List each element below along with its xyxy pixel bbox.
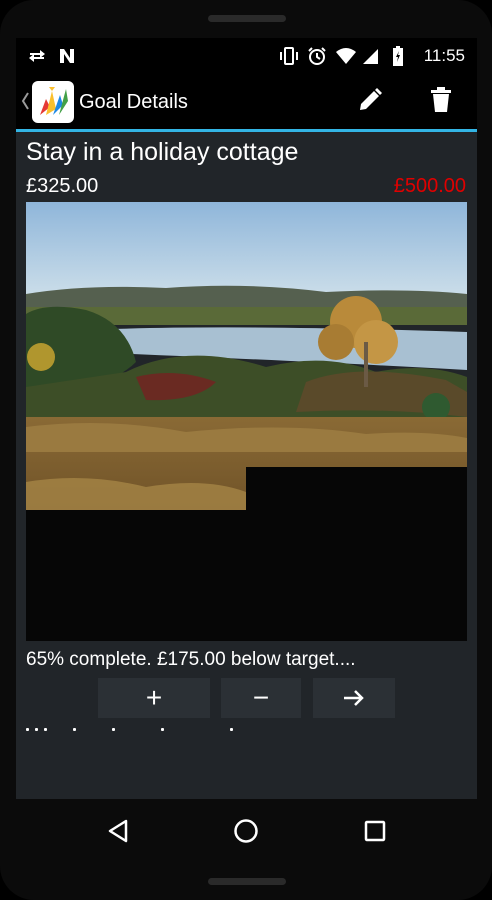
speaker-grille <box>208 15 286 22</box>
screen: 11:55 Goal Details Stay in a holiday cot… <box>16 38 477 799</box>
alarm-icon <box>306 46 328 66</box>
recents-square-icon[interactable] <box>357 813 393 849</box>
battery-icon <box>390 46 406 66</box>
target-amount: £500.00 <box>393 175 466 197</box>
bottom-bezel <box>208 878 286 885</box>
status-bar: 11:55 <box>16 38 477 74</box>
vibrate-icon <box>278 46 300 66</box>
arrow-right-icon <box>343 689 365 707</box>
sync-icon <box>26 46 48 66</box>
wifi-icon <box>334 46 358 66</box>
phone-frame: 11:55 Goal Details Stay in a holiday cot… <box>0 0 492 900</box>
status-clock: 11:55 <box>423 46 465 65</box>
subtract-button-label: − <box>252 682 270 713</box>
signal-icon <box>360 46 380 66</box>
goal-photo <box>26 202 467 641</box>
truncated-text-dots <box>26 724 239 734</box>
landscape-image <box>26 202 467 641</box>
home-circle-icon[interactable] <box>228 813 264 849</box>
saved-amount: £325.00 <box>26 175 99 197</box>
action-bar: Goal Details <box>16 74 477 130</box>
back-triangle-icon[interactable] <box>100 813 136 849</box>
action-bar-title: Goal Details <box>79 91 188 113</box>
action-bar-divider <box>16 129 477 132</box>
navigation-bar <box>0 800 492 862</box>
subtract-funds-button[interactable]: − <box>221 678 301 718</box>
n-icon <box>56 46 78 66</box>
pencil-icon <box>357 87 383 118</box>
delete-button[interactable] <box>424 85 458 119</box>
progress-text: 65% complete. £175.00 below target.... <box>26 649 356 670</box>
next-button[interactable] <box>313 678 395 718</box>
up-chevron-icon[interactable] <box>20 90 30 112</box>
trash-icon <box>430 86 452 118</box>
goal-title: Stay in a holiday cottage <box>26 138 299 166</box>
add-funds-button[interactable]: + <box>98 678 210 718</box>
app-logo-icon[interactable] <box>32 81 74 123</box>
add-button-label: + <box>145 682 163 713</box>
edit-button[interactable] <box>353 85 387 119</box>
